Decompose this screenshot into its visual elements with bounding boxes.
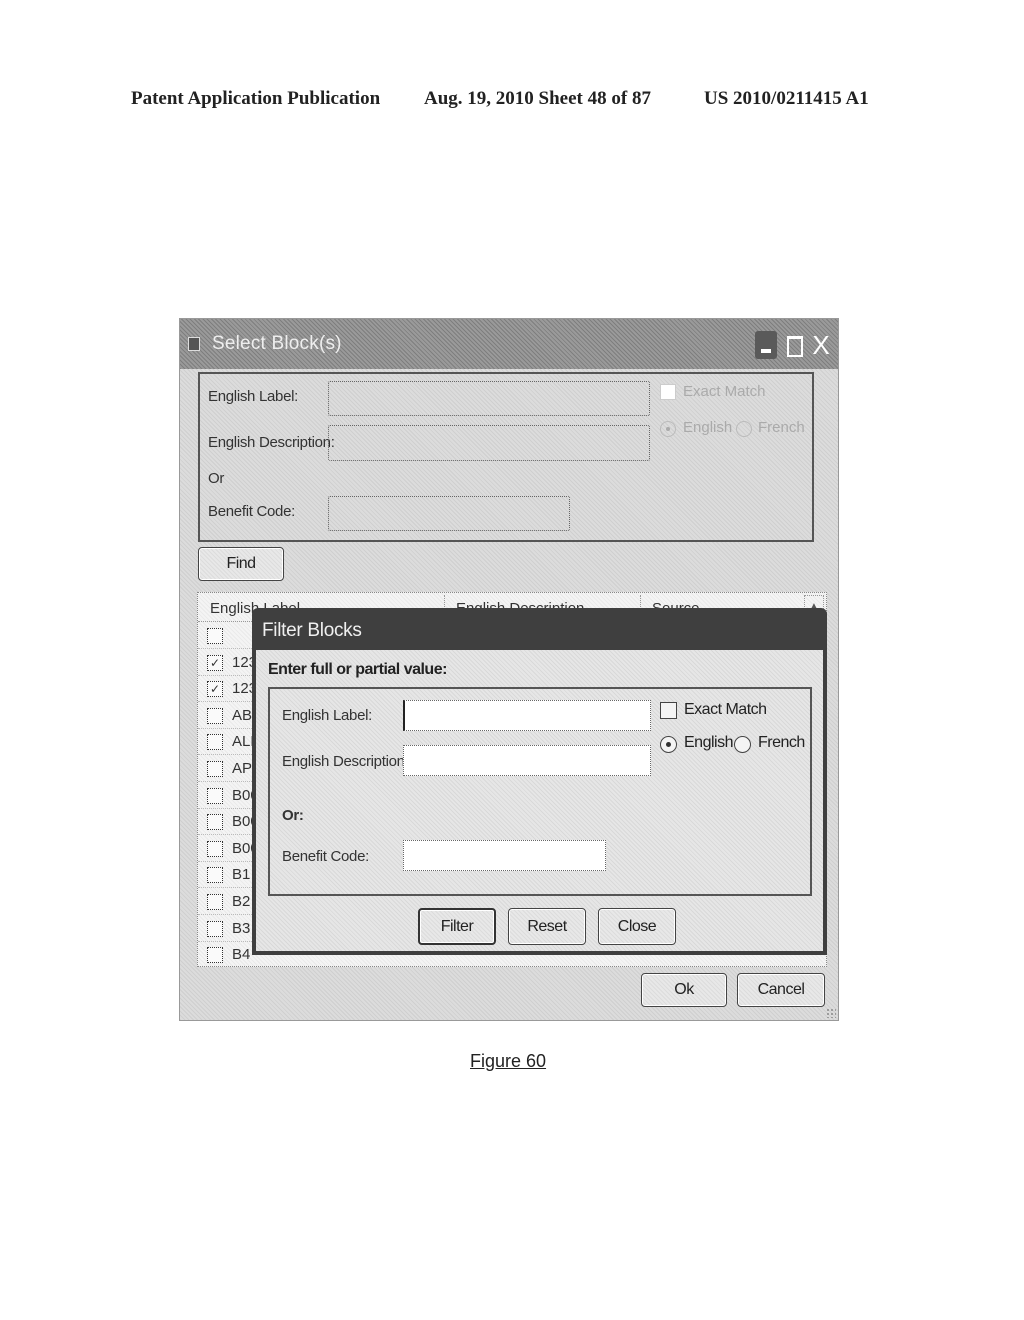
publication-date-sheet: Aug. 19, 2010 Sheet 48 of 87 xyxy=(424,88,651,109)
ok-button[interactable]: Ok xyxy=(641,973,727,1007)
row-checkbox[interactable] xyxy=(207,787,223,804)
find-button[interactable]: Find xyxy=(198,547,284,581)
patent-number: US 2010/0211415 A1 xyxy=(704,88,869,109)
filter-button[interactable]: Filter xyxy=(418,908,496,945)
row-english-label: B2 xyxy=(232,893,251,910)
row-english-label: B3 xyxy=(232,919,251,937)
dialog-prompt: Enter full or partial value: xyxy=(268,661,447,678)
french-radio-disabled[interactable] xyxy=(736,421,752,437)
benefit-code-input-disabled[interactable] xyxy=(328,496,570,531)
row-checkbox[interactable] xyxy=(207,947,223,964)
benefit-code-caption: Benefit Code: xyxy=(208,503,295,520)
reset-button[interactable]: Reset xyxy=(508,908,586,945)
minimize-button[interactable] xyxy=(755,331,777,359)
french-radio[interactable] xyxy=(734,736,751,753)
row-english-label: B4 xyxy=(232,946,251,964)
row-checkbox[interactable] xyxy=(207,894,223,910)
row-checkbox[interactable] xyxy=(207,761,223,777)
english-label-caption: English Label: xyxy=(282,707,373,724)
english-radio[interactable] xyxy=(660,736,677,753)
english-description-input-disabled[interactable] xyxy=(328,425,650,461)
row-checkbox[interactable] xyxy=(207,734,223,751)
exact-match-label-disabled: Exact Match xyxy=(683,383,766,400)
english-label-caption: English Label: xyxy=(208,388,299,405)
french-radio-label-disabled: French xyxy=(758,419,805,436)
english-radio-label-disabled: English xyxy=(683,419,733,436)
english-radio-disabled[interactable] xyxy=(660,421,676,437)
figure-caption: Figure 60 xyxy=(470,1051,547,1071)
benefit-code-input[interactable] xyxy=(403,840,606,871)
close-dialog-button[interactable]: Close xyxy=(598,908,676,945)
row-english-label: B1 xyxy=(232,866,251,884)
cancel-button[interactable]: Cancel xyxy=(737,973,825,1007)
row-checkbox[interactable] xyxy=(207,920,223,937)
window-title: Select Block(s) xyxy=(212,333,342,354)
exact-match-checkbox-disabled[interactable] xyxy=(660,384,676,400)
maximize-button[interactable] xyxy=(783,331,805,359)
exact-match-label[interactable]: Exact Match xyxy=(684,701,767,719)
close-button[interactable]: X xyxy=(810,331,832,359)
dialog-body: Enter full or partial value: English Lab… xyxy=(256,650,823,951)
or-caption: Or xyxy=(208,470,225,487)
filter-blocks-dialog: Filter Blocks Enter full or partial valu… xyxy=(252,608,827,955)
row-checkbox[interactable] xyxy=(207,867,223,884)
row-checkbox[interactable] xyxy=(207,840,223,857)
english-radio-label[interactable]: English xyxy=(684,734,733,752)
english-label-input-disabled[interactable] xyxy=(328,381,650,416)
dialog-title: Filter Blocks xyxy=(262,620,362,641)
row-checkbox[interactable] xyxy=(207,814,223,831)
row-english-label: AB xyxy=(232,706,253,724)
publication-label: Patent Application Publication xyxy=(131,88,381,109)
or-caption: Or: xyxy=(282,807,304,824)
english-description-input[interactable] xyxy=(403,745,651,776)
app-icon xyxy=(188,337,200,351)
exact-match-checkbox[interactable] xyxy=(660,702,677,719)
french-radio-label[interactable]: French xyxy=(758,734,805,752)
search-criteria-group: English Label: English Description: Or B… xyxy=(198,372,814,542)
english-description-caption: English Description: xyxy=(282,753,409,770)
resize-grip-icon[interactable] xyxy=(826,1008,836,1018)
filter-criteria-group: English Label: English Description: Or: … xyxy=(268,687,812,896)
english-label-input[interactable] xyxy=(403,700,651,731)
benefit-code-caption: Benefit Code: xyxy=(282,848,369,865)
row-checkbox[interactable] xyxy=(207,628,223,644)
row-checkbox[interactable] xyxy=(207,707,223,724)
row-checkbox[interactable]: ✓ xyxy=(207,654,223,671)
window-title-bar[interactable]: Select Block(s) X xyxy=(180,319,838,369)
english-description-caption: English Description: xyxy=(208,434,335,451)
row-checkbox[interactable]: ✓ xyxy=(207,681,223,698)
